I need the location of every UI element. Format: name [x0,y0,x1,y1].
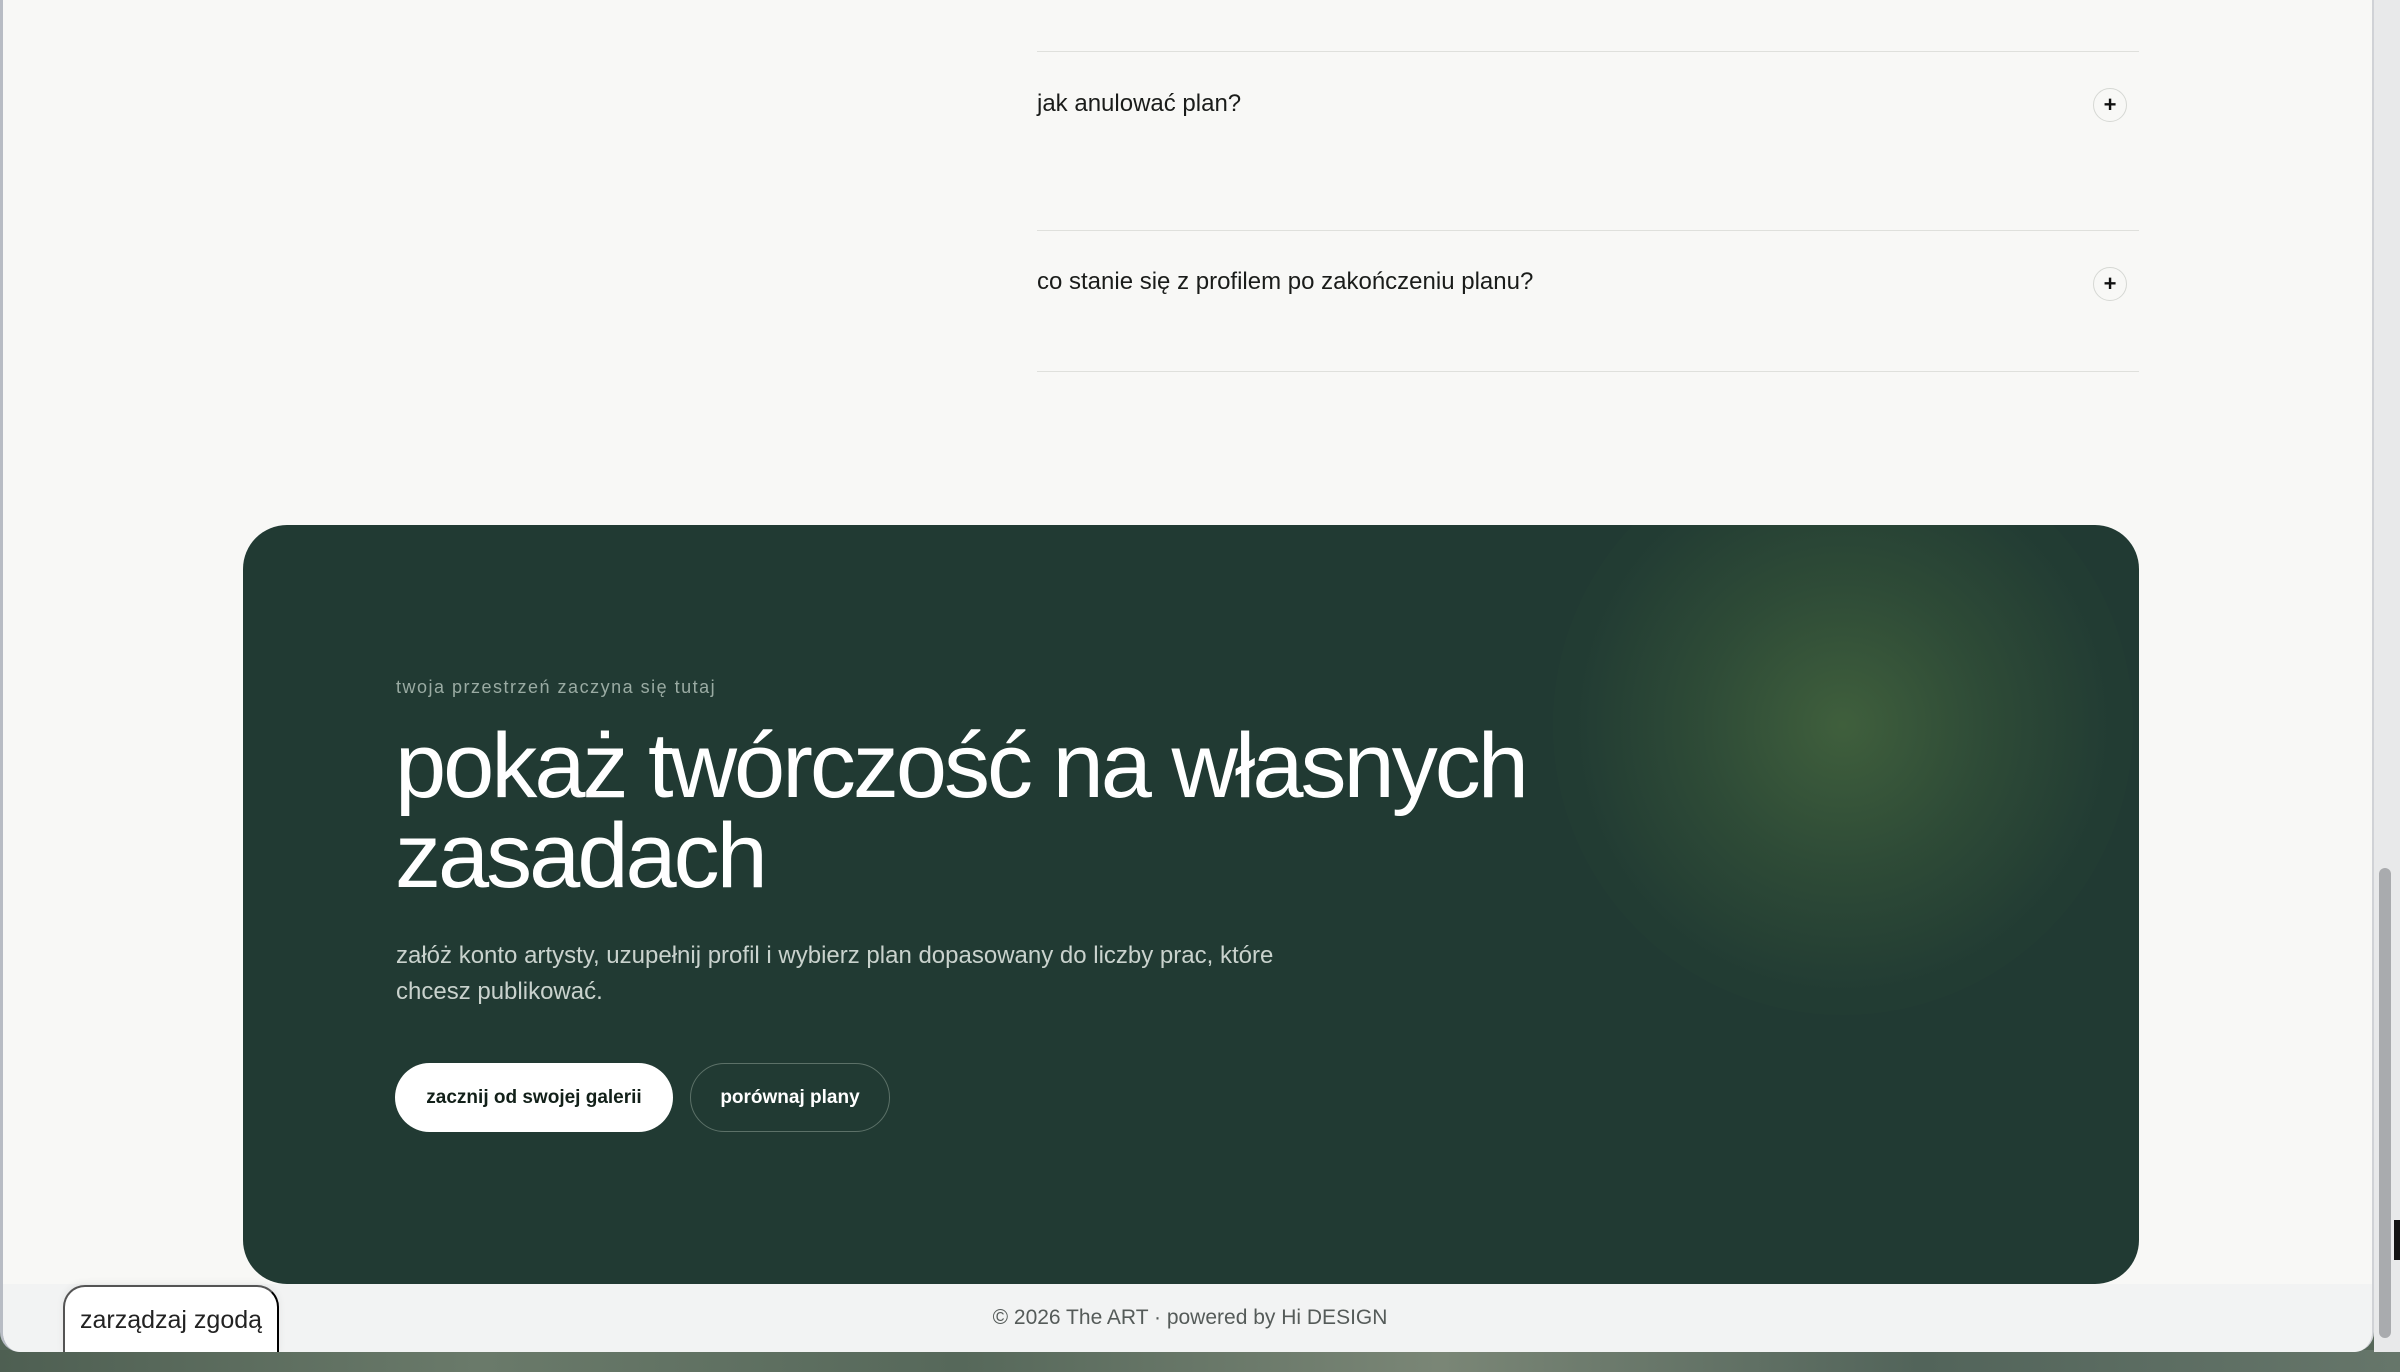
cta-eyebrow: twoja przestrzeń zaczyna się tutaj [396,677,717,697]
window-edge-marker [2394,1220,2400,1260]
faq-question[interactable]: co stanie się z profilem po zakończeniu … [1037,268,1533,296]
faq-item[interactable]: co stanie się z profilem po zakończeniu … [1037,231,2139,371]
scrollbar-thumb[interactable] [2379,868,2391,1338]
manage-consent-button[interactable]: zarządzaj zgodą [63,1285,279,1352]
desktop-background [0,1350,2400,1372]
decorative-glow [1553,525,2133,1015]
footer: © 2026 The ART · powered by Hi DESIGN [3,1284,2372,1352]
faq-item[interactable]: jak anulować plan? + [1037,52,2139,230]
cta-description: załóż konto artysty, uzupełnij profil i … [396,942,1274,1005]
compare-plans-button[interactable]: porównaj plany [690,1063,890,1132]
cta-banner: twoja przestrzeń zaczyna się tutaj pokaż… [243,525,2139,1284]
start-gallery-button[interactable]: zacznij od swojej galerii [395,1063,673,1132]
browser-viewport: jak anulować plan? + co stanie się z pro… [0,0,2374,1352]
plus-icon[interactable]: + [2093,267,2127,301]
faq-question[interactable]: jak anulować plan? [1037,90,1241,118]
footer-copyright: © 2026 The ART · powered by Hi DESIGN [992,1306,1388,1329]
faq-divider [1037,371,2139,372]
plus-icon[interactable]: + [2093,88,2127,122]
cta-title: pokaż twórczość na własnych zasadach [395,715,1529,907]
